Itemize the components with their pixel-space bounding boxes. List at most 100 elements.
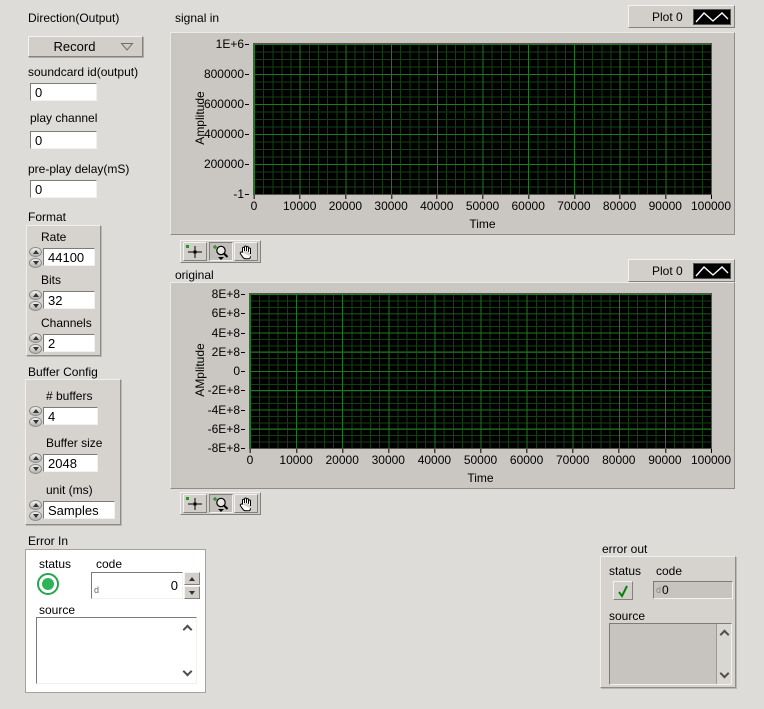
y-tick-label: -6E+8	[208, 422, 240, 436]
plot-line-sample-icon	[693, 9, 731, 25]
x-tick-label: 10000	[279, 453, 312, 467]
bits-spinner[interactable]	[29, 290, 42, 311]
num-buffers-input[interactable]: 4	[43, 407, 98, 425]
x-tick-label: 0	[251, 199, 258, 213]
y-tick-label: 4E+8	[212, 326, 240, 340]
down-arrow-icon	[189, 591, 195, 595]
error-in-status-led[interactable]	[37, 573, 59, 595]
soundcard-id-input[interactable]: 0	[30, 83, 97, 101]
error-out-status-label: status	[609, 564, 641, 578]
play-channel-input[interactable]: 0	[30, 131, 97, 149]
y-tick-label: 600000	[204, 97, 244, 111]
graph2-xlabel: Time	[250, 471, 711, 485]
code-increment-button[interactable]	[184, 572, 200, 585]
radix-indicator: d	[654, 585, 661, 598]
code-decrement-button[interactable]	[184, 586, 200, 599]
crosshair-icon	[185, 244, 205, 259]
rate-spinner[interactable]	[29, 247, 42, 268]
buffer-size-value: 2048	[48, 456, 77, 471]
bits-increment-button[interactable]	[29, 290, 42, 300]
error-in-source-label: source	[39, 603, 75, 617]
graph2-panel: 8E+86E+84E+82E+80-2E+8-4E+8-6E+8-8E+8 AM…	[170, 282, 735, 489]
scrollbar[interactable]	[716, 624, 731, 684]
graph2-legend[interactable]: Plot 0	[628, 259, 735, 282]
x-tick-label: 80000	[602, 453, 635, 467]
buffers-decrement-button[interactable]	[29, 417, 42, 427]
direction-dropdown-value: Record	[29, 39, 120, 54]
size-decrement-button[interactable]	[29, 464, 42, 474]
pan-tool-button[interactable]	[234, 494, 258, 513]
cursor-tool-button[interactable]	[183, 242, 207, 261]
rate-increment-button[interactable]	[29, 247, 42, 257]
error-out-cluster: status code d 0 source	[600, 556, 736, 688]
y-tick-label: -2E+8	[208, 383, 240, 397]
play-channel-label: play channel	[30, 111, 97, 125]
graph1-ylabel: Amplitude	[193, 68, 207, 168]
unit-spinner[interactable]	[29, 500, 42, 521]
preplay-delay-value: 0	[35, 182, 42, 197]
bits-input[interactable]: 32	[43, 291, 95, 309]
num-buffers-spinner[interactable]	[29, 406, 42, 427]
unit-increment-button[interactable]	[29, 500, 42, 510]
format-cluster: Rate 44100 Bits 32 Channels 2	[26, 225, 101, 356]
bits-decrement-button[interactable]	[29, 301, 42, 311]
graph1-plot-area[interactable]	[253, 43, 712, 195]
unit-label: unit (ms)	[46, 483, 93, 497]
graph1-legend[interactable]: Plot 0	[628, 5, 735, 28]
preplay-delay-label: pre-play delay(mS)	[28, 162, 129, 176]
y-tick-label: -8E+8	[208, 441, 240, 455]
error-in-source-input[interactable]	[36, 617, 197, 684]
graph2-plot-area[interactable]	[249, 293, 712, 449]
unit-decrement-button[interactable]	[29, 511, 42, 521]
channels-input[interactable]: 2	[43, 334, 95, 352]
error-out-status-indicator	[613, 581, 633, 600]
led-green-icon	[42, 578, 54, 590]
x-tick-label: 60000	[512, 199, 545, 213]
x-tick-label: 100000	[691, 199, 731, 213]
channels-spinner[interactable]	[29, 333, 42, 354]
error-in-code-label: code	[96, 557, 122, 571]
buffer-size-input[interactable]: 2048	[43, 454, 98, 472]
labview-front-panel: Direction(Output) Record soundcard id(ou…	[0, 0, 764, 709]
up-arrow-icon	[33, 456, 39, 460]
graph1-xlabel: Time	[254, 217, 711, 231]
channels-increment-button[interactable]	[29, 333, 42, 343]
preplay-delay-input[interactable]: 0	[30, 180, 97, 198]
y-tick-label: 200000	[204, 157, 244, 171]
scroll-up-icon[interactable]	[720, 630, 730, 640]
graph2-ylabel: AMplitude	[193, 320, 207, 420]
rate-decrement-button[interactable]	[29, 258, 42, 268]
x-tick-label: 40000	[420, 199, 453, 213]
error-in-code-value: 0	[99, 578, 182, 593]
up-arrow-icon	[33, 409, 39, 413]
direction-label: Direction(Output)	[28, 11, 119, 25]
cursor-tool-button[interactable]	[183, 494, 207, 513]
zoom-tool-button[interactable]	[209, 242, 233, 261]
scroll-up-icon[interactable]	[183, 625, 193, 635]
graph1-panel: 1E+6800000600000400000200000-1 Amplitude…	[170, 32, 735, 235]
buffer-size-spinner[interactable]	[29, 453, 42, 474]
channels-decrement-button[interactable]	[29, 344, 42, 354]
soundcard-id-label: soundcard id(output)	[28, 65, 138, 79]
error-out-code-value: 0	[661, 583, 669, 597]
unit-input[interactable]: Samples	[43, 501, 115, 519]
down-arrow-icon	[33, 304, 39, 308]
pan-tool-button[interactable]	[234, 242, 258, 261]
graph2-title: original	[175, 268, 214, 282]
buffer-size-label: Buffer size	[46, 436, 102, 450]
size-increment-button[interactable]	[29, 453, 42, 463]
soundcard-id-value: 0	[35, 85, 42, 100]
graph1-title: signal in	[175, 11, 219, 25]
scroll-down-icon[interactable]	[720, 669, 730, 679]
zoom-tool-button[interactable]	[209, 494, 233, 513]
error-out-code-label: code	[656, 564, 682, 578]
unit-value: Samples	[48, 503, 99, 518]
rate-input[interactable]: 44100	[43, 248, 95, 266]
down-arrow-icon	[33, 261, 39, 265]
scroll-down-icon[interactable]	[183, 667, 193, 677]
error-in-code-spinner[interactable]	[184, 572, 200, 599]
num-buffers-label: # buffers	[46, 389, 92, 403]
error-in-code-input[interactable]: d 0	[91, 572, 183, 599]
buffers-increment-button[interactable]	[29, 406, 42, 416]
direction-dropdown[interactable]: Record	[28, 36, 143, 57]
